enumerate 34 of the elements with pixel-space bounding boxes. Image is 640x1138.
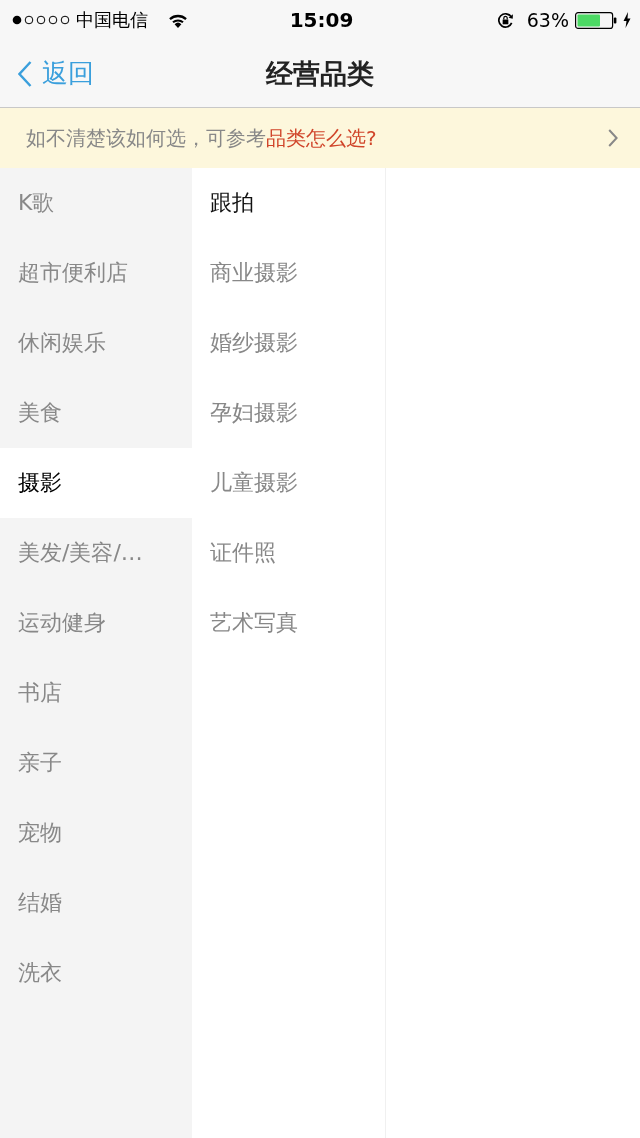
category-item[interactable]: 休闲娱乐 — [0, 308, 192, 378]
category-item[interactable]: 书店 — [0, 658, 192, 728]
notice-bar[interactable]: 如不清楚该如何选，可参考品类怎么选? — [0, 108, 640, 168]
category-item[interactable]: 运动健身 — [0, 588, 192, 658]
category-guide-link[interactable]: 品类怎么选? — [266, 125, 377, 150]
category-item[interactable]: 超市便利店 — [0, 238, 192, 308]
subcategory-item[interactable]: 婚纱摄影 — [192, 308, 385, 378]
category-item[interactable]: 洗衣 — [0, 938, 192, 1008]
category-item[interactable]: K歌 — [0, 168, 192, 238]
category-item[interactable]: 摄影 — [0, 448, 192, 518]
charging-icon — [623, 12, 631, 28]
back-chevron-icon — [18, 60, 32, 87]
page-title: 经营品类 — [266, 56, 374, 91]
signal-icon — [12, 15, 70, 25]
subcategory-item[interactable]: 艺术写真 — [192, 588, 385, 658]
battery-icon — [575, 11, 617, 29]
category-item[interactable]: 美发/美容/… — [0, 518, 192, 588]
subcategory-item[interactable]: 商业摄影 — [192, 238, 385, 308]
chevron-right-icon — [608, 129, 618, 147]
subcategory-item[interactable]: 证件照 — [192, 518, 385, 588]
category-item[interactable]: 结婚 — [0, 868, 192, 938]
carrier-label: 中国电信 — [76, 8, 148, 32]
category-item[interactable]: 亲子 — [0, 728, 192, 798]
back-button[interactable]: 返回 — [0, 52, 100, 95]
category-item[interactable]: 宠物 — [0, 798, 192, 868]
subcategory-item[interactable]: 跟拍 — [192, 168, 385, 238]
subcategory-item[interactable]: 儿童摄影 — [192, 448, 385, 518]
rotation-lock-icon — [495, 10, 515, 30]
status-time: 15:09 — [289, 8, 354, 32]
category-item[interactable]: 美食 — [0, 378, 192, 448]
notice-text: 如不清楚该如何选，可参考品类怎么选? — [26, 124, 377, 152]
wifi-icon — [168, 12, 188, 28]
subcategory-item[interactable]: 孕妇摄影 — [192, 378, 385, 448]
battery-percentage: 63% — [526, 9, 569, 31]
